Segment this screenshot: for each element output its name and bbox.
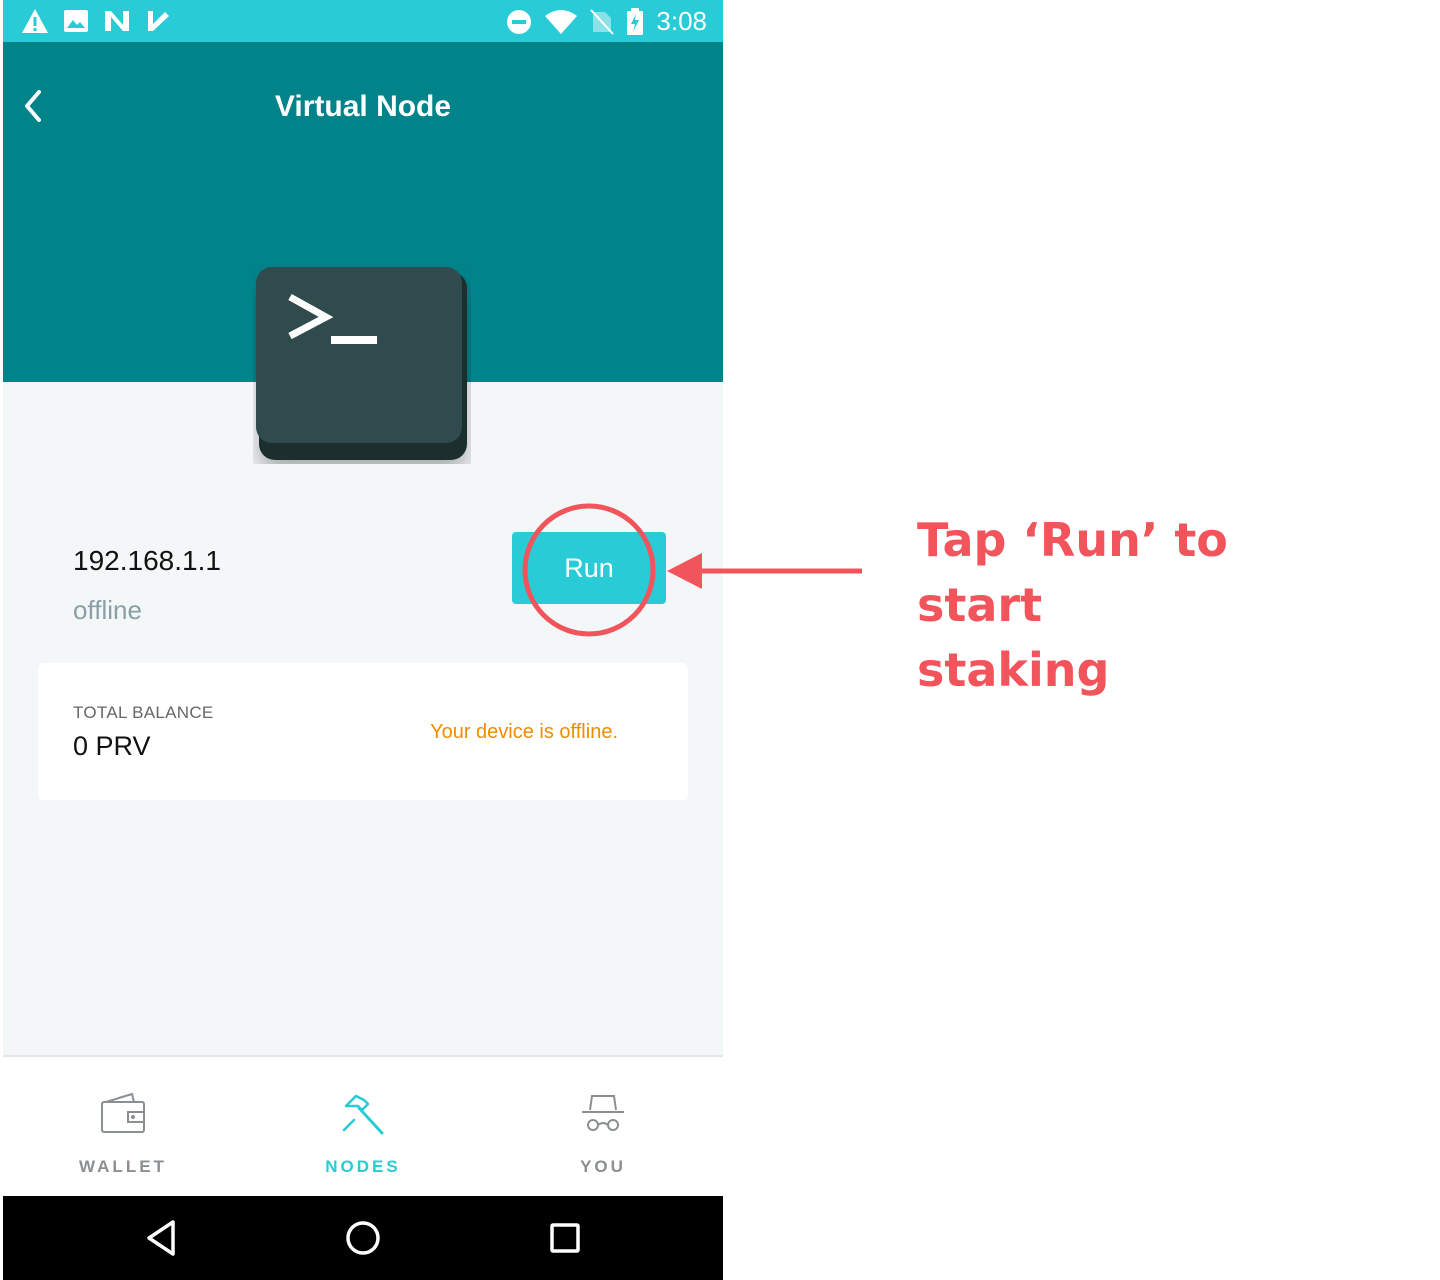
tab-wallet[interactable]: WALLET	[3, 1057, 243, 1198]
terminal-icon	[256, 267, 467, 460]
annotation-line-1: Tap ‘Run’ to start	[917, 513, 1228, 632]
node-ip-address: 192.168.1.1	[73, 545, 221, 576]
annotation-line-2: staking	[917, 643, 1110, 697]
run-button[interactable]: Run	[512, 532, 666, 604]
tab-nodes-label: NODES	[325, 1157, 401, 1176]
wifi-icon	[545, 9, 578, 34]
balance-card: TOTAL BALANCE 0 PRV Your device is offli…	[38, 663, 688, 800]
node-status: offline	[73, 595, 142, 625]
check-flag-icon	[148, 11, 169, 31]
image-icon	[64, 10, 88, 32]
do-not-disturb-icon	[507, 9, 532, 34]
status-right-icons: 3:08	[506, 6, 707, 37]
status-bar: 3:08	[3, 0, 723, 42]
tab-you-label: YOU	[580, 1157, 626, 1176]
back-triangle-icon[interactable]	[139, 1216, 183, 1260]
annotation-text: Tap ‘Run’ to start staking	[917, 508, 1337, 703]
status-left-icons	[21, 8, 171, 34]
offline-warning: Your device is offline.	[430, 721, 618, 743]
n-logo-icon	[105, 11, 129, 31]
warning-icon	[22, 9, 48, 33]
clock: 3:08	[656, 6, 707, 36]
total-balance-value: 0 PRV	[73, 731, 151, 761]
no-signal-icon	[590, 8, 615, 35]
battery-charging-icon	[627, 7, 644, 35]
page-title: Virtual Node	[274, 90, 452, 123]
recents-square-icon[interactable]	[543, 1216, 587, 1260]
hammer-icon	[342, 1094, 384, 1135]
wallet-icon	[101, 1092, 145, 1133]
tab-you[interactable]: YOU	[483, 1057, 723, 1198]
tab-nodes[interactable]: NODES	[243, 1057, 483, 1198]
incognito-icon	[582, 1095, 624, 1131]
tab-wallet-label: WALLET	[79, 1157, 167, 1176]
total-balance-label: TOTAL BALANCE	[73, 703, 214, 722]
phone-screen: 3:08 Virtual Node 192.168.1.1 offline Ru…	[3, 0, 723, 1280]
android-nav-bar	[3, 1196, 723, 1280]
bottom-tab-bar: WALLET NODES YOU	[3, 1055, 723, 1198]
home-circle-icon[interactable]	[341, 1216, 385, 1260]
